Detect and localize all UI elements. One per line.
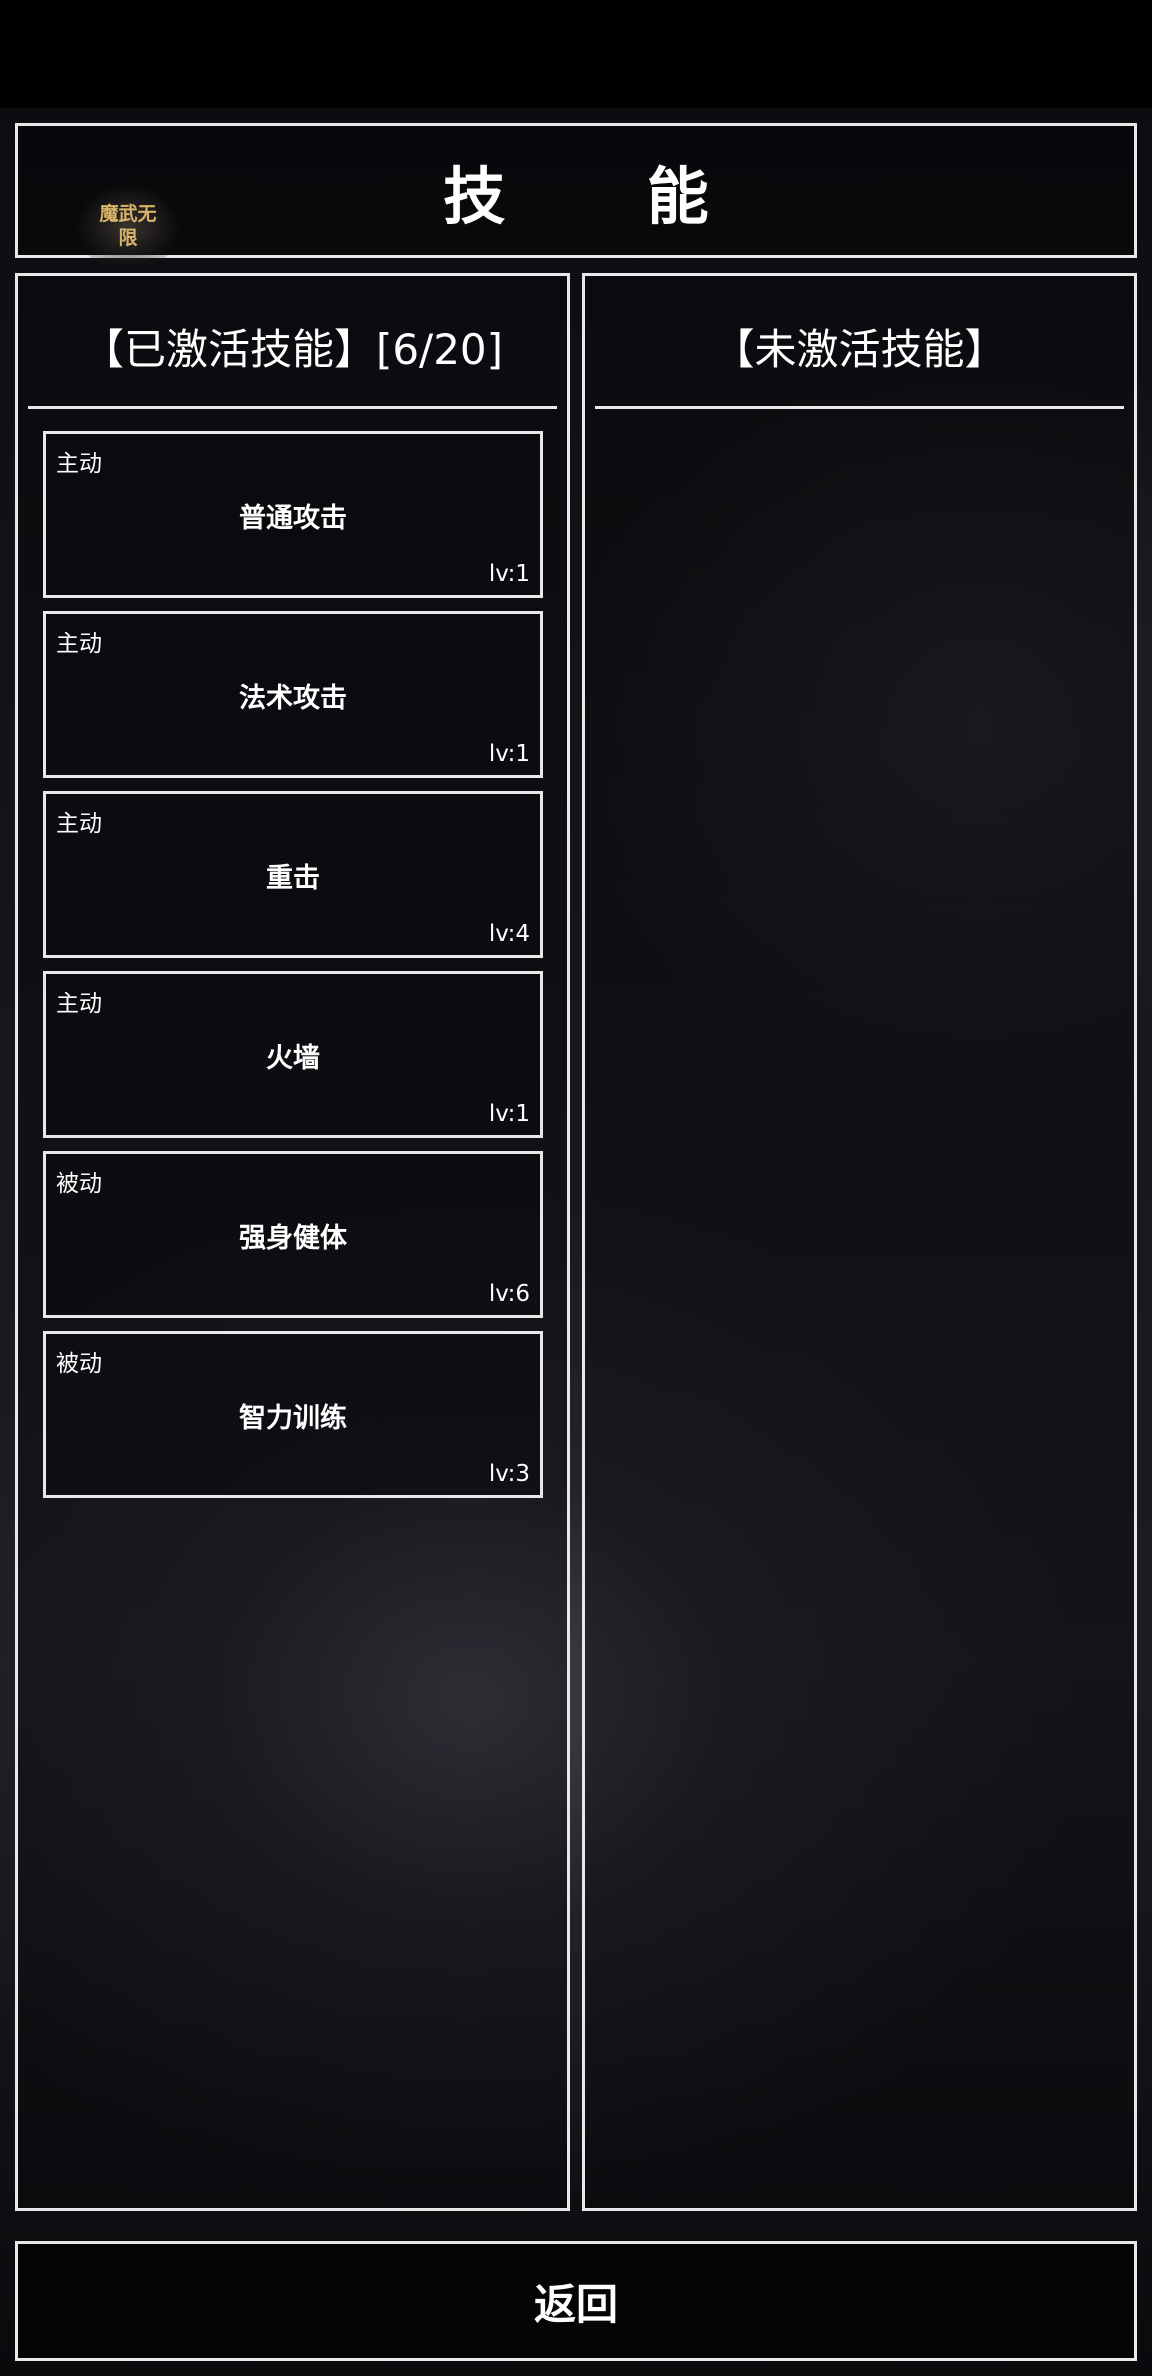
skill-level: lv:3 [488,1461,530,1487]
skill-name: 普通攻击 [239,503,347,534]
inactive-skills-title: 【未激活技能】 [712,325,1007,374]
back-button[interactable]: 返回 [15,2241,1137,2361]
inactive-skills-panel: 【未激活技能】 [582,273,1137,2211]
skill-type: 被动 [56,1171,102,1197]
skill-name: 法术攻击 [239,683,347,714]
skill-name: 智力训练 [239,1403,347,1434]
skill-type: 主动 [56,811,102,837]
skill-level: lv:1 [488,561,530,587]
header-panel: 魔武无限 技 能 [15,123,1137,266]
skill-card[interactable]: 被动 强身健体 lv:6 [43,1151,543,1318]
skill-card[interactable]: 主动 普通攻击 lv:1 [43,431,543,598]
status-bar [0,0,1152,108]
skills-screen: 魔武无限 技 能 【已激活技能】[6/20] 主动 普通攻击 lv:1 主动 法… [0,0,1152,2376]
skill-level: lv:4 [488,921,530,947]
skill-card[interactable]: 被动 智力训练 lv:3 [43,1331,543,1498]
skill-card[interactable]: 主动 重击 lv:4 [43,791,543,958]
skill-type: 被动 [56,1351,102,1377]
skill-card[interactable]: 主动 火墙 lv:1 [43,971,543,1138]
page-title: 技 能 [443,159,769,233]
skill-name: 重击 [266,863,320,894]
skill-card[interactable]: 主动 法术攻击 lv:1 [43,611,543,778]
skill-type: 主动 [56,631,102,657]
skill-type: 主动 [56,451,102,477]
back-button-label: 返回 [533,2279,618,2329]
skill-level: lv:6 [488,1281,530,1307]
active-skills-title: 【已激活技能】[6/20] [81,325,504,374]
skill-level: lv:1 [488,1101,530,1127]
skill-name: 火墙 [266,1043,320,1074]
active-skills-panel: 【已激活技能】[6/20] 主动 普通攻击 lv:1 主动 法术攻击 lv:1 … [15,273,570,2211]
skill-type: 主动 [56,991,102,1017]
skill-name: 强身健体 [239,1223,347,1254]
divider [595,406,1124,409]
skill-level: lv:1 [488,741,530,767]
divider [28,406,557,409]
